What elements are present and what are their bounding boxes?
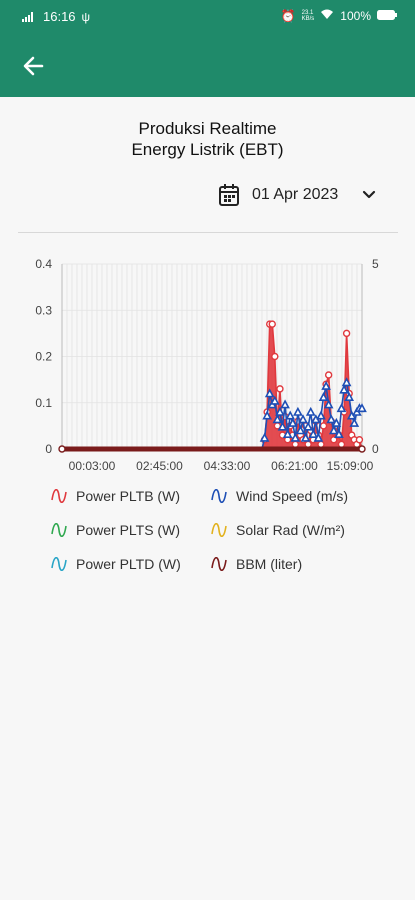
legend-line-icon [51, 523, 67, 537]
y-left-tick-label: 0.2 [35, 350, 52, 364]
legend-item: Power PLTD (W) [50, 556, 181, 572]
data-point [316, 410, 326, 420]
page-title-line2: Energy Listrik (EBT) [131, 140, 284, 159]
legend-label: Power PLTB (W) [76, 488, 180, 504]
y-right-tick-label: 5 [372, 257, 379, 271]
y-left-tick-label: 0.4 [35, 257, 52, 271]
chart: 0 0.1 0.2 0.3 0.4 0 5 00:03:00 02:45:00 04:33:00 0… [35, 257, 379, 473]
data-point [58, 445, 66, 453]
x-tick-label: 02:45:00 [136, 459, 183, 473]
divider [18, 232, 398, 233]
legend-line-icon [51, 489, 67, 503]
back-button[interactable] [20, 52, 48, 80]
legend-item: Solar Rad (W/m²) [210, 522, 345, 538]
date-value: 01 Apr 2023 [252, 186, 339, 203]
legend-label: BBM (liter) [236, 556, 303, 572]
date-picker[interactable]: 01 Apr 2023 [218, 183, 382, 207]
legend-label: Power PLTD (W) [76, 556, 181, 572]
legend-item: Power PLTS (W) [50, 522, 180, 538]
legend-label: Wind Speed (m/s) [236, 488, 349, 504]
chevron-down-icon[interactable] [356, 187, 382, 203]
legend-line-icon [211, 523, 227, 537]
legend-item: Power PLTB (W) [50, 488, 180, 504]
legend-item: Wind Speed (m/s) [210, 488, 348, 504]
battery-text: 100% [340, 9, 371, 23]
data-point [319, 422, 328, 430]
status-time: 16:16 [43, 9, 76, 24]
network-speed-unit: KB/s [301, 16, 315, 22]
x-tick-label: 04:33:00 [204, 459, 251, 473]
data-point [285, 410, 296, 420]
data-point [271, 352, 279, 361]
y-left-tick-label: 0 [45, 442, 52, 456]
legend-label: Power PLTS (W) [76, 522, 180, 538]
data-point [317, 440, 325, 449]
data-point [298, 414, 308, 424]
usb-icon: ψ [81, 9, 91, 24]
calendar-icon [219, 184, 239, 206]
arrow-left-icon [23, 56, 44, 76]
legend-line-icon [211, 557, 227, 571]
x-tick-label: 15:09:00 [327, 459, 374, 473]
app-bar [0, 34, 415, 97]
page-title: Produksi Realtime Energy Listrik (EBT) [0, 118, 415, 160]
status-left: 16:16 ψ [22, 9, 90, 24]
x-tick-label: 06:21:00 [271, 459, 318, 473]
legend-line-icon [211, 489, 227, 503]
data-point [337, 440, 346, 449]
x-tick-label: 00:03:00 [69, 459, 116, 473]
alarm-icon: ⏰ [280, 9, 296, 23]
y-left-tick-label: 0.3 [35, 303, 52, 317]
legend-item: BBM (liter) [210, 556, 302, 572]
data-point [276, 385, 284, 393]
y-right-tick-label: 0 [372, 442, 379, 456]
data-point [305, 406, 316, 416]
data-point [291, 440, 300, 449]
status-right: ⏰ 23.1 KB/s 100% [281, 9, 397, 23]
legend-label: Solar Rad (W/m²) [236, 522, 345, 538]
network-speed: 23.1 KB/s [302, 10, 315, 22]
battery-icon [377, 9, 397, 23]
signal-icon [22, 11, 33, 22]
wifi-icon [320, 9, 334, 23]
page-title-line1: Produksi Realtime [138, 119, 277, 138]
data-point [293, 406, 303, 416]
legend-line-icon [51, 557, 67, 571]
data-point [304, 440, 312, 449]
y-left-tick-label: 0.1 [35, 396, 52, 410]
data-point [324, 371, 333, 379]
data-point [358, 445, 366, 453]
data-point [268, 320, 276, 328]
status-bar: 16:16 ψ ⏰ 23.1 KB/s 100% [0, 0, 415, 34]
data-point [280, 399, 290, 409]
data-point [355, 436, 364, 444]
data-point [342, 329, 351, 338]
